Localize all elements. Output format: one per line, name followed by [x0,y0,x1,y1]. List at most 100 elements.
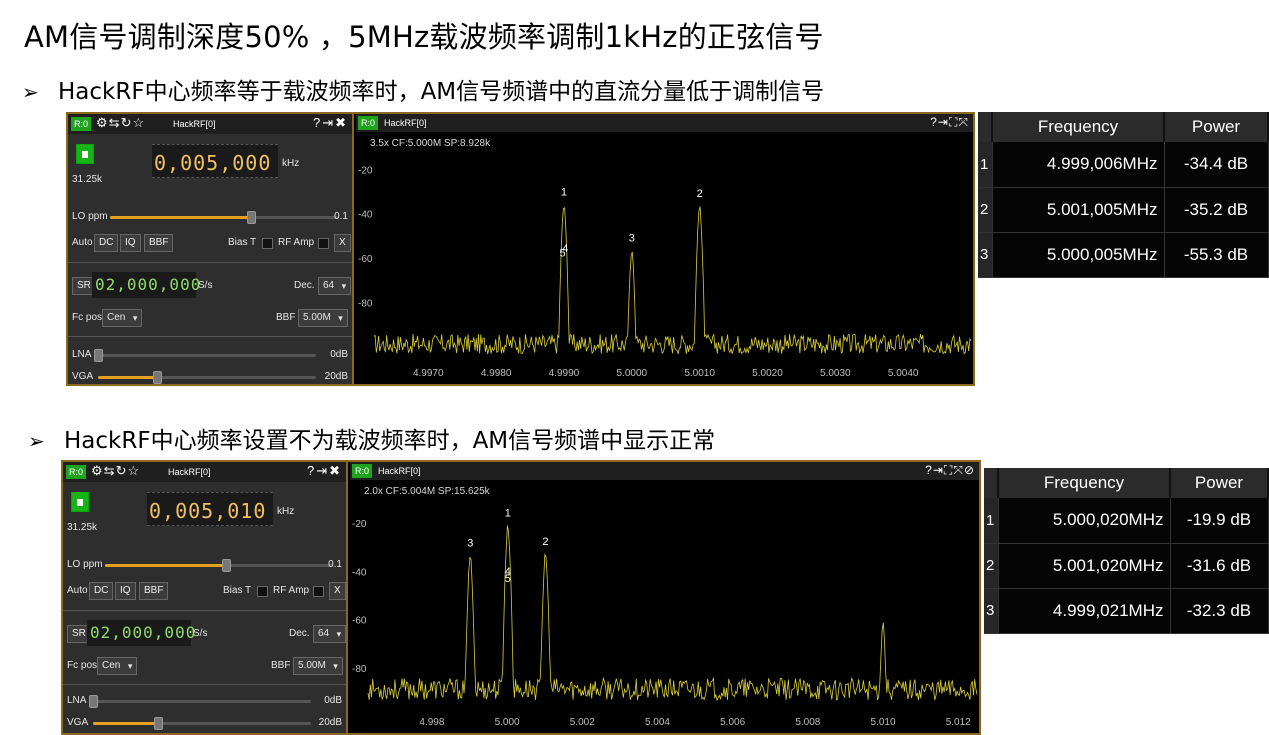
lna-knob[interactable] [94,349,103,362]
bias-t-checkbox[interactable] [257,586,268,597]
table-row[interactable]: 3 5.000,005MHz -55.3 dB [978,232,1269,278]
frequency-display[interactable]: 0,005,000 [152,144,278,178]
auto-label: Auto [67,585,88,596]
lo-ppm-slider[interactable] [105,559,333,572]
table-header-row: Frequency Power [984,468,1269,498]
frequency-digits[interactable]: 0,005,010 [149,499,266,523]
vga-knob[interactable] [152,371,162,384]
help-icon[interactable]: ? [925,463,933,477]
close-x-button[interactable]: X [334,234,351,252]
spectrum-panel: R:0 HackRF[0] ?⇥⛶⤧ 3.5x CF:5.000M SP:8.9… [356,114,973,384]
sdr-window-2: R:0 ⚙⇆↻☆ HackRF[0] ?⇥✖ 31.25k 0,005,010 … [61,460,981,735]
spectrum-info: 3.5x CF:5.000M SP:8.928k [370,138,491,149]
spectrum-plot[interactable]: 2.0x CF:5.004M SP:15.625k -20 -40 -60 -80 4.9… [350,480,981,733]
table-row[interactable]: 1 4.999,006MHz -34.4 dB [978,142,1269,188]
play-button[interactable] [71,492,89,512]
y-tick-label: -80 [358,299,373,310]
sample-rate-display[interactable]: 02,000,000 [92,272,200,298]
x-tick-label: 4.9970 [413,368,444,379]
help-icon[interactable]: ? [313,115,322,130]
lna-slider[interactable] [89,695,311,708]
spectrum-trace [373,206,972,355]
star-icon[interactable]: ☆ [127,463,140,478]
spectrum-plot[interactable]: 3.5x CF:5.000M SP:8.928k -20 -40 -60 -80 4.99… [356,132,975,384]
spectrum-device-name: HackRF[0] [384,118,427,128]
refresh-icon[interactable]: ↻ [121,115,133,130]
swap-icon[interactable]: ⇆ [109,115,121,130]
frequency-header[interactable]: Frequency [992,112,1165,142]
vga-knob[interactable] [154,717,164,730]
star-icon[interactable]: ☆ [132,115,145,130]
rf-amp-checkbox[interactable] [318,238,329,249]
gear-icon[interactable]: ⚙ [91,463,104,478]
table-row[interactable]: 1 5.000,020MHz -19.9 dB [984,498,1269,544]
marker-label: 5 [505,573,511,585]
undock-icon[interactable]: ⇥ [322,115,335,130]
x-tick-label: 5.0000 [616,368,647,379]
bullet-2-text: HackRF中心频率设置不为载波频率时，AM信号频谱中显示正常 [64,428,716,454]
power-header[interactable]: Power [1164,112,1269,142]
undock-icon[interactable]: ⇥ [938,115,949,129]
marker-label: 3 [629,233,635,245]
frequency-display[interactable]: 0,005,010 [147,492,273,526]
gear-icon[interactable]: ⚙ [96,115,109,130]
lo-ppm-knob[interactable] [221,559,231,572]
bbf-button[interactable]: BBF [144,234,174,252]
help-icon[interactable]: ? [930,115,938,129]
rf-amp-checkbox[interactable] [313,586,324,597]
frequency-digits[interactable]: 0,005,000 [154,151,271,175]
table-row[interactable]: 3 4.999,021MHz -32.3 dB [984,588,1269,634]
close-icon[interactable]: ✖ [329,463,342,478]
fit-icon[interactable]: ⤧ [953,463,964,477]
sample-rate-display[interactable]: 02,000,000 [87,620,195,646]
sample-rate-digits[interactable]: 02,000,000 [95,275,201,294]
swap-icon[interactable]: ⇆ [104,463,116,478]
window-buttons: ?⇥✖ [313,115,348,131]
lna-knob[interactable] [89,695,98,708]
undock-icon[interactable]: ⇥ [933,463,944,477]
iq-button[interactable]: IQ [115,582,136,600]
vga-slider[interactable] [98,371,316,384]
decimation-select[interactable]: 64 [313,625,346,643]
marker-table-2: Frequency Power 1 5.000,020MHz -19.9 dB 25… [984,468,1269,634]
sample-rate-readout: 31.25k [72,174,103,185]
bias-t-checkbox[interactable] [262,238,273,249]
play-button[interactable] [76,144,94,164]
device-name: HackRF[0] [173,119,216,129]
lo-ppm-slider[interactable] [110,211,338,224]
bbf-select[interactable]: 5.00M [293,657,343,675]
lo-ppm-knob[interactable] [247,211,257,224]
undock-icon[interactable]: ⇥ [316,463,329,478]
bias-t-label: Bias T [228,237,257,248]
lna-slider[interactable] [94,349,316,362]
table-row[interactable]: 2 5.001,005MHz -35.2 dB [978,187,1269,233]
fc-pos-select[interactable]: Cen [102,309,143,327]
vga-slider[interactable] [93,717,311,730]
x-tick-label: 5.004 [645,717,670,728]
fc-pos-select[interactable]: Cen [97,657,138,675]
lna-value: 0dB [330,349,348,360]
table-row[interactable]: 2 5.001,020MHz -31.6 dB [984,543,1269,589]
power-header[interactable]: Power [1170,468,1269,498]
hide-icon[interactable]: ⊘ [964,463,975,477]
iq-button[interactable]: IQ [120,234,141,252]
frequency-header[interactable]: Frequency [998,468,1171,498]
close-icon[interactable]: ✖ [335,115,348,130]
bbf-button[interactable]: BBF [139,582,169,600]
sample-rate-digits[interactable]: 02,000,000 [90,623,196,642]
row-index: 3 [978,232,993,278]
x-tick-label: 5.000 [495,717,520,728]
help-icon[interactable]: ? [307,463,316,478]
refresh-icon[interactable]: ↻ [116,463,128,478]
row-index: 2 [978,187,993,233]
marker-label: 1 [505,508,511,520]
lo-ppm-value: 0.1 [328,559,342,570]
decimation-select[interactable]: 64 [318,277,352,295]
close-x-button[interactable]: X [329,582,346,600]
dc-button[interactable]: DC [89,582,114,600]
expand-icon[interactable]: ⛶ [944,463,953,477]
dc-button[interactable]: DC [94,234,119,252]
bbf-select[interactable]: 5.00M [298,309,348,327]
expand-icon[interactable]: ⛶ [949,115,958,129]
fit-icon[interactable]: ⤧ [958,115,969,129]
